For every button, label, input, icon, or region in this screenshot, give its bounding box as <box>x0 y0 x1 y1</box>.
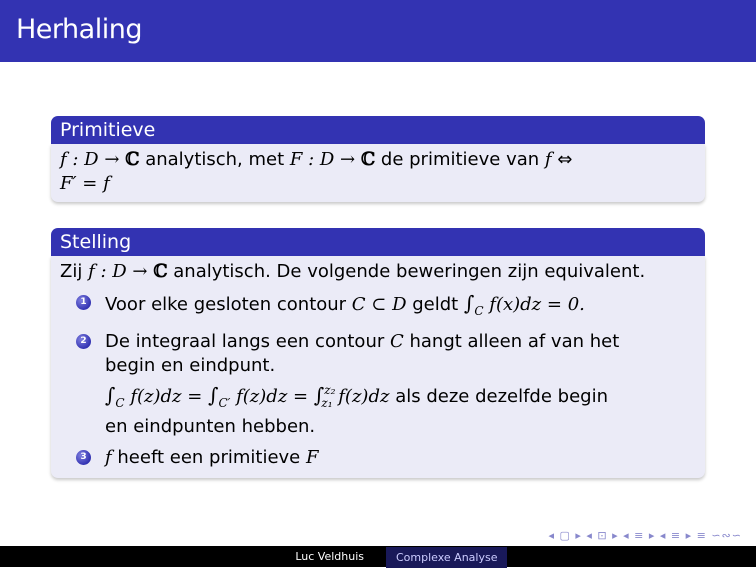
text-fragment: als deze dezelfde begin <box>389 386 608 407</box>
list-item: 3 f heeft een primitieve F <box>60 446 697 470</box>
block-body: f : D → ℂ analytisch, met F : D → ℂ de p… <box>51 144 705 202</box>
math-expression: f(z)dz = <box>230 386 314 407</box>
text-fragment: De integraal langs een contour <box>105 331 390 352</box>
item-line: De integraal langs een contour C hangt a… <box>105 330 697 354</box>
beamer-navigation-controls[interactable]: ◂ ▢ ▸ ◂ ⊡ ▸ ◂ ≡ ▸ ◂ ≡ ▸ ≡ ∽∾∽ <box>548 529 742 542</box>
footer-course-section: Complexe Analyse <box>378 546 756 568</box>
text-fragment: analytisch. De volgende beweringen zijn … <box>167 261 646 282</box>
theorem-item-list: 1 Voor elke gesloten contour C ⊂ D geldt… <box>60 291 697 470</box>
definition-equation: F′ = f <box>60 173 110 194</box>
integral-subscript: C <box>115 396 125 410</box>
definition-line: f : D → ℂ analytisch, met F : D → ℂ de p… <box>60 148 697 172</box>
slide-footer: Luc Veldhuis Complexe Analyse <box>0 546 756 568</box>
math-expression: f(z)dz <box>332 386 390 407</box>
complex-set-symbol: ℂ <box>153 261 168 282</box>
math-variable: F <box>305 447 319 468</box>
numbered-bullet-icon: 1 <box>76 295 91 310</box>
math-expression: C ⊂ D <box>351 294 407 315</box>
integral-symbol: ∫ <box>208 383 219 407</box>
math-expression: f : D → <box>88 261 154 282</box>
integral-subscript: C′ <box>218 396 231 410</box>
list-item: 1 Voor elke gesloten contour C ⊂ D geldt… <box>60 291 697 323</box>
block-title: Primitieve <box>51 116 705 144</box>
equivalence-symbol: ⇔ <box>551 149 573 170</box>
numbered-bullet-icon: 3 <box>76 450 91 465</box>
block-body: Zij f : D → ℂ analytisch. De volgende be… <box>51 256 705 478</box>
text-fragment: geldt <box>406 294 464 315</box>
math-expression: f(x)dz = 0. <box>483 294 585 315</box>
slide-header: Herhaling <box>0 0 756 62</box>
numbered-bullet-icon: 2 <box>76 334 91 349</box>
definition-block-primitieve: Primitieve f : D → ℂ analytisch, met F :… <box>51 116 705 202</box>
integral-symbol: ∫ <box>463 291 475 315</box>
slide-title: Herhaling <box>16 14 142 45</box>
item-equation-line: ∫C f(z)dz = ∫C′ f(z)dz = ∫z₂z₁ f(z)dz al… <box>105 378 697 415</box>
footer-course-title: Complexe Analyse <box>386 547 508 568</box>
text-fragment: de primitieve van <box>375 149 545 170</box>
text-fragment: hangt alleen af van het <box>403 331 620 352</box>
theorem-block-stelling: Stelling Zij f : D → ℂ analytisch. De vo… <box>51 228 705 478</box>
math-expression: F : D → <box>289 149 361 170</box>
math-variable: f <box>105 447 112 468</box>
text-fragment: Zij <box>60 261 89 282</box>
item-line: begin en eindpunt. <box>105 355 276 376</box>
text-fragment: Voor elke gesloten contour <box>105 294 352 315</box>
text-fragment: heeft een primitieve <box>111 447 306 468</box>
footer-author: Luc Veldhuis <box>295 550 364 563</box>
integral-lower-limit: z₁ <box>321 396 333 410</box>
footer-author-section: Luc Veldhuis <box>0 546 378 567</box>
complex-set-symbol: ℂ <box>360 149 376 170</box>
item-line: en eindpunten hebben. <box>105 416 316 437</box>
theorem-intro: Zij f : D → ℂ analytisch. De volgende be… <box>60 260 697 284</box>
math-expression: f : D → <box>60 149 126 170</box>
math-variable: C <box>389 331 404 352</box>
text-fragment: analytisch, met <box>139 149 290 170</box>
integral-subscript: C <box>474 304 484 318</box>
math-expression: f(z)dz = <box>124 386 209 407</box>
integral-symbol: ∫ <box>105 383 116 407</box>
complex-set-symbol: ℂ <box>125 149 140 170</box>
list-item: 2 De integraal langs een contour C hangt… <box>60 330 697 439</box>
block-title: Stelling <box>51 228 705 256</box>
math-variable: f <box>544 149 552 170</box>
